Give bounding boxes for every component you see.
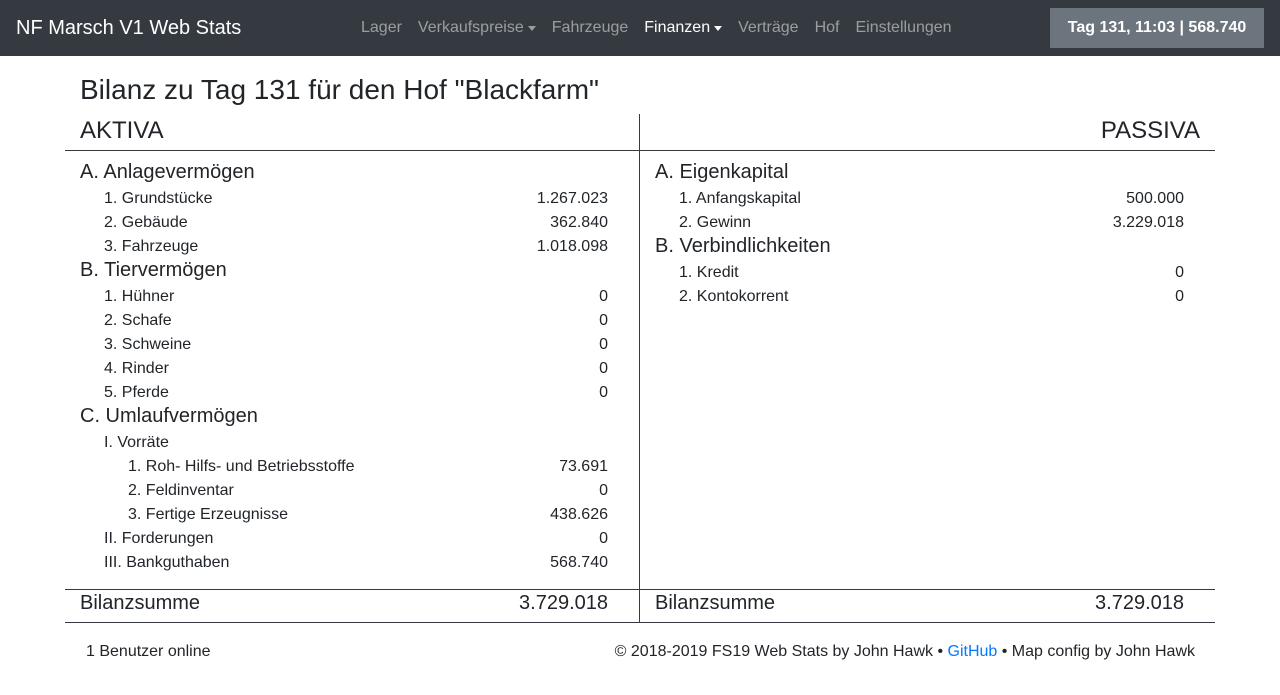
aktiva-row-label: 2. Gebäude [104,214,188,231]
aktiva-row-label: 3. Fertige Erzeugnisse [128,506,289,523]
footer-credits: © 2018-2019 FS19 Web Stats by John Hawk … [615,643,1195,661]
aktiva-row-label: 5. Pferde [104,384,169,401]
aktiva-header: AKTIVA [80,117,164,144]
nav-einstellungen[interactable]: Einstellungen [855,19,951,37]
passiva-row-label: 2. Gewinn [679,214,752,231]
page-title: Bilanz zu Tag 131 für den Hof "Blackfarm… [80,74,599,105]
aktiva-row-value: 0 [599,384,608,401]
aktiva-row-value: 0 [599,482,608,499]
aktiva-row-value: 1.267.023 [536,190,608,207]
nav-hof[interactable]: Hof [815,19,840,37]
aktiva-row-value: 0 [599,360,608,377]
nav-lager-label: Lager [361,19,402,36]
aktiva-row-value: 0 [599,312,608,329]
aktiva-sum-label: Bilanzsumme [80,592,201,614]
passiva-section-a-title: A. Eigenkapital [655,161,789,183]
aktiva-section-c-title: C. Umlaufvermögen [80,405,258,427]
aktiva-row-label: 4. Rinder [104,360,169,377]
nav-vertraege-label: Verträge [738,19,799,36]
aktiva-section-b-title: B. Tiervermögen [80,259,227,281]
aktiva-row-label: 2. Schafe [104,312,172,329]
sum-divider-top [65,589,1215,590]
aktiva-row-label: 1. Roh- Hilfs- und Betriebsstoffe [128,458,355,475]
column-divider [639,114,640,623]
aktiva-row-label: 1. Grundstücke [104,190,213,207]
sum-divider-bottom [65,622,1215,623]
passiva-row-value: 3.229.018 [1112,214,1184,231]
aktiva-row-label: II. Forderungen [104,530,214,547]
passiva-row-label: 1. Kredit [679,264,739,281]
aktiva-row-value: 438.626 [550,506,608,523]
nav-fahrzeuge-label: Fahrzeuge [551,19,629,36]
map-config-text: • Map config by John Hawk [997,643,1195,660]
brand-title[interactable]: NF Marsch V1 Web Stats [16,17,241,40]
aktiva-row-value: 73.691 [559,458,608,475]
passiva-section-b-title: B. Verbindlichkeiten [655,235,831,257]
chevron-down-icon [527,26,536,31]
aktiva-row-label: 3. Schweine [104,336,192,353]
aktiva-sum-value: 3.729.018 [519,592,608,614]
chevron-down-icon [714,26,723,31]
github-link[interactable]: GitHub [948,643,998,660]
passiva-row-value: 500.000 [1126,190,1184,207]
passiva-row-value: 0 [1175,288,1184,305]
aktiva-row-value: 362.840 [550,214,608,231]
nav-verkaufspreise-label: Verkaufspreise [417,19,524,36]
aktiva-row-label: III. Bankguthaben [104,554,230,571]
users-online: 1 Benutzer online [86,643,211,660]
nav-finanzen[interactable]: Finanzen [644,19,723,37]
aktiva-row-label: 1. Hühner [104,288,175,305]
nav-vertraege[interactable]: Verträge [738,19,798,37]
nav-einstellungen-label: Einstellungen [855,19,952,36]
passiva-sum-value: 3.729.018 [1095,592,1184,614]
passiva-header: PASSIVA [1100,117,1200,144]
copyright-text: © 2018-2019 FS19 Web Stats by John Hawk … [614,643,948,660]
aktiva-row-value: 0 [599,530,608,547]
main-nav: Lager Verkaufspreise Fahrzeuge Finanzen … [361,0,968,56]
passiva-row-label: 2. Kontokorrent [679,288,789,305]
top-navbar: NF Marsch V1 Web Stats Lager Verkaufspre… [0,0,1280,56]
nav-lager[interactable]: Lager [361,19,402,37]
nav-fahrzeuge[interactable]: Fahrzeuge [552,19,629,37]
passiva-row-label: 1. Anfangskapital [679,190,801,207]
aktiva-row-value: 0 [599,288,608,305]
passiva-sum-label: Bilanzsumme [655,592,776,614]
aktiva-row-label: 3. Fahrzeuge [104,238,199,255]
nav-finanzen-label: Finanzen [644,19,711,36]
aktiva-row-value: 0 [599,336,608,353]
passiva-row-value: 0 [1175,264,1184,281]
nav-hof-label: Hof [814,19,840,36]
nav-verkaufspreise[interactable]: Verkaufspreise [418,19,536,37]
aktiva-row-value: 1.018.098 [536,238,608,255]
day-time-money-status[interactable]: Tag 131, 11:03 | 568.740 [1050,8,1264,48]
aktiva-row-label: 2. Feldinventar [128,482,234,499]
header-divider [65,150,1215,151]
aktiva-row-value: 568.740 [550,554,608,571]
aktiva-subsection-vorraete: I. Vorräte [104,434,169,451]
aktiva-section-a-title: A. Anlagevermögen [80,161,255,183]
